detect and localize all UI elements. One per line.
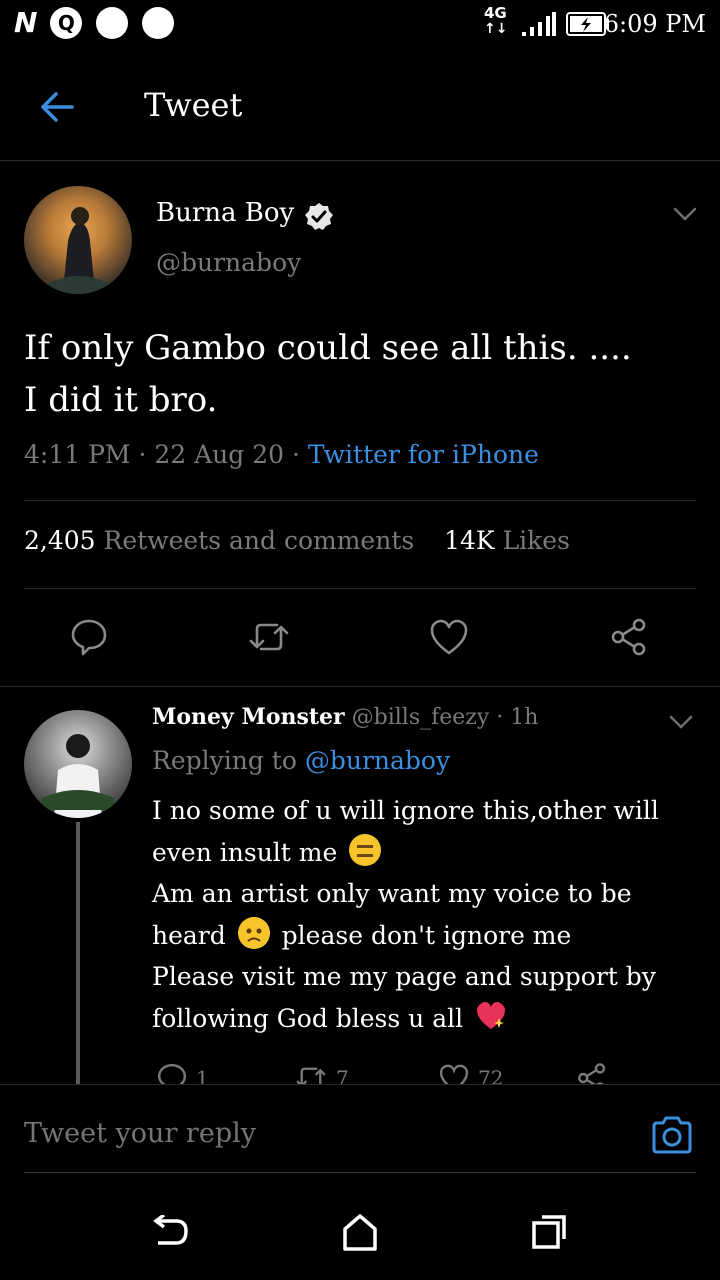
author-handle[interactable]: @burnaboy: [156, 248, 301, 277]
nav-recents-button[interactable]: [526, 1208, 574, 1256]
notification-icons: N Q: [14, 6, 175, 39]
avatar[interactable]: [24, 186, 132, 294]
divider: [24, 500, 696, 501]
likes-label[interactable]: Likes: [503, 526, 570, 555]
retweet-icon: [296, 1067, 326, 1084]
likes-count[interactable]: 14K: [444, 526, 495, 555]
nav-back-button[interactable]: [146, 1208, 194, 1256]
retweet-count: 7: [336, 1066, 349, 1084]
replying-to-handle[interactable]: @burnaboy: [305, 746, 450, 775]
nav-recents-icon: [532, 1215, 566, 1249]
network-type-indicator: 4G ↑↓: [484, 4, 508, 37]
chevron-down-icon[interactable]: [672, 204, 698, 224]
retweet-icon: [249, 623, 289, 651]
notification-n-icon: N: [14, 6, 37, 39]
avatar-art-icon: [44, 207, 114, 294]
reply-button[interactable]: [64, 612, 114, 662]
sparkling-heart-emoji-icon: [477, 1001, 506, 1029]
tweet-timestamp: 4:11 PM · 22 Aug 20 ·: [24, 440, 308, 469]
retweets-count[interactable]: 2,405: [24, 526, 96, 555]
divider: [24, 588, 696, 589]
reply-text-line: Am an artist only want my voice to be: [152, 879, 632, 908]
thread-line: [76, 822, 80, 1084]
nav-home-icon: [343, 1214, 377, 1251]
tweet-text-line: I did it bro.: [24, 380, 218, 420]
reply-reply-button[interactable]: 1: [156, 1062, 209, 1084]
reply-text-line: following God bless u all: [152, 998, 712, 1040]
camera-icon[interactable]: [650, 1114, 694, 1156]
divider: [0, 686, 720, 687]
nav-back-icon: [153, 1215, 188, 1245]
verified-badge-icon: [305, 203, 333, 230]
reply-icon: [157, 1063, 187, 1084]
worried-face-emoji-icon: [237, 916, 270, 949]
reply-input[interactable]: [24, 1118, 584, 1149]
retweets-label[interactable]: Retweets and comments: [104, 526, 415, 555]
tweet-meta: 4:11 PM · 22 Aug 20 · Twitter for iPhone: [24, 440, 539, 469]
share-icon: [578, 1063, 606, 1084]
reply-handle-time[interactable]: @bills_feezy · 1h: [352, 705, 539, 730]
reply-text-line: Please visit me my page and support by: [152, 962, 656, 991]
reply-retweet-button[interactable]: 7: [294, 1062, 349, 1084]
replying-to: Replying to @burnaboy: [152, 746, 450, 775]
reply-text-line: even insult me: [152, 832, 712, 874]
author-name[interactable]: Burna Boy: [156, 198, 294, 228]
reply-share-button[interactable]: [576, 1062, 608, 1084]
compose-underline: [24, 1172, 696, 1173]
reply-avatar[interactable]: [24, 710, 132, 818]
reply-count: 1: [196, 1066, 209, 1084]
reply-like-button[interactable]: 72: [438, 1062, 503, 1084]
notification-dot-icon: [96, 6, 129, 39]
tweet-stats: 2,405 Retweets and comments 14K Likes: [24, 526, 570, 555]
status-bar: N Q 4G ↑↓ 6:09 PM: [0, 0, 720, 50]
arrow-left-icon[interactable]: [34, 84, 80, 130]
reply-avatar-art-icon: [42, 734, 114, 818]
heart-icon: [439, 1064, 469, 1084]
reply-icon: [71, 619, 107, 656]
chevron-down-icon[interactable]: [668, 712, 694, 732]
share-icon: [611, 618, 646, 656]
like-button[interactable]: [424, 612, 474, 662]
tweet-text-line: If only Gambo could see all this. ....: [24, 328, 632, 368]
retweet-button[interactable]: [244, 612, 294, 662]
reply-text-line: I no some of u will ignore this,other wi…: [152, 796, 659, 825]
replying-to-label: Replying to: [152, 746, 305, 775]
share-button[interactable]: [604, 612, 654, 662]
notification-dot-icon: [142, 6, 175, 39]
header-divider: [0, 160, 720, 161]
reply-actions: 1 7 72: [156, 1062, 626, 1084]
reply-text-line: heard please don't ignore me: [152, 915, 712, 957]
expressionless-face-emoji-icon: [349, 833, 382, 866]
status-time: 6:09 PM: [603, 10, 706, 38]
reply-text: I no some of u will ignore this,other wi…: [152, 790, 712, 1039]
heart-icon: [430, 619, 468, 655]
nav-home-button[interactable]: [336, 1208, 384, 1256]
tweet-text: If only Gambo could see all this. .... I…: [24, 322, 704, 426]
tweet-source-link[interactable]: Twitter for iPhone: [308, 440, 539, 469]
notification-q-icon: Q: [50, 6, 83, 39]
page-title: Tweet: [144, 86, 243, 124]
reply-header: Money Monster @bills_feezy · 1h: [152, 704, 538, 730]
signal-icon: [522, 12, 556, 36]
like-count: 72: [478, 1066, 504, 1084]
reply-author-name[interactable]: Money Monster: [152, 704, 345, 730]
